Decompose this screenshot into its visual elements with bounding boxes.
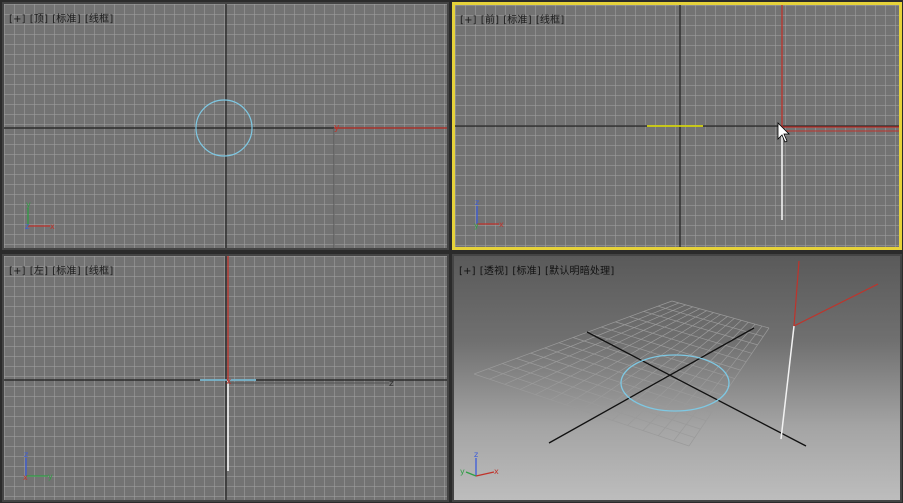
perspective-grid: [473, 300, 770, 447]
gizmo-x: x: [50, 222, 55, 231]
viewport-perspective[interactable]: [+] [透视] [标准] [默认明暗处理] z x y: [452, 254, 902, 502]
perspective-scene: z x y: [460, 260, 879, 477]
gizmo-x: x: [494, 467, 499, 476]
gizmo-x: x: [499, 220, 504, 229]
gizmo-y: y: [48, 472, 53, 481]
axis-label-x: x: [226, 377, 232, 387]
viewport-front[interactable]: [+] [前] [标准] [线框] z x y: [452, 2, 902, 250]
viewport-top[interactable]: [+] [顶] [标准] [线框] y y x z: [2, 2, 449, 250]
gizmo-z: z: [24, 450, 28, 459]
circle-object: [620, 354, 730, 412]
front-scene: z x y: [455, 5, 899, 247]
axis-gizmo: z y x: [23, 450, 53, 482]
axis-gizmo: z x y: [460, 450, 499, 477]
axis-gizmo: z x y: [474, 198, 504, 230]
axis-label-z: z: [389, 379, 394, 389]
gizmo-z: z: [25, 222, 29, 231]
gizmo-x: x: [23, 473, 28, 482]
gizmo-y: y: [26, 200, 31, 209]
viewport-left[interactable]: [+] [左] [标准] [线框] z x z y x: [2, 254, 449, 502]
left-scene: z x z y x: [4, 256, 447, 500]
gizmo-y: y: [474, 221, 479, 230]
axis-gizmo: y x z: [25, 200, 55, 231]
axis-label-y: y: [334, 123, 340, 133]
gizmo-z: z: [474, 450, 478, 459]
gizmo-z: z: [475, 198, 479, 207]
top-scene: y y x z: [4, 4, 447, 248]
gizmo-y: y: [460, 467, 465, 476]
